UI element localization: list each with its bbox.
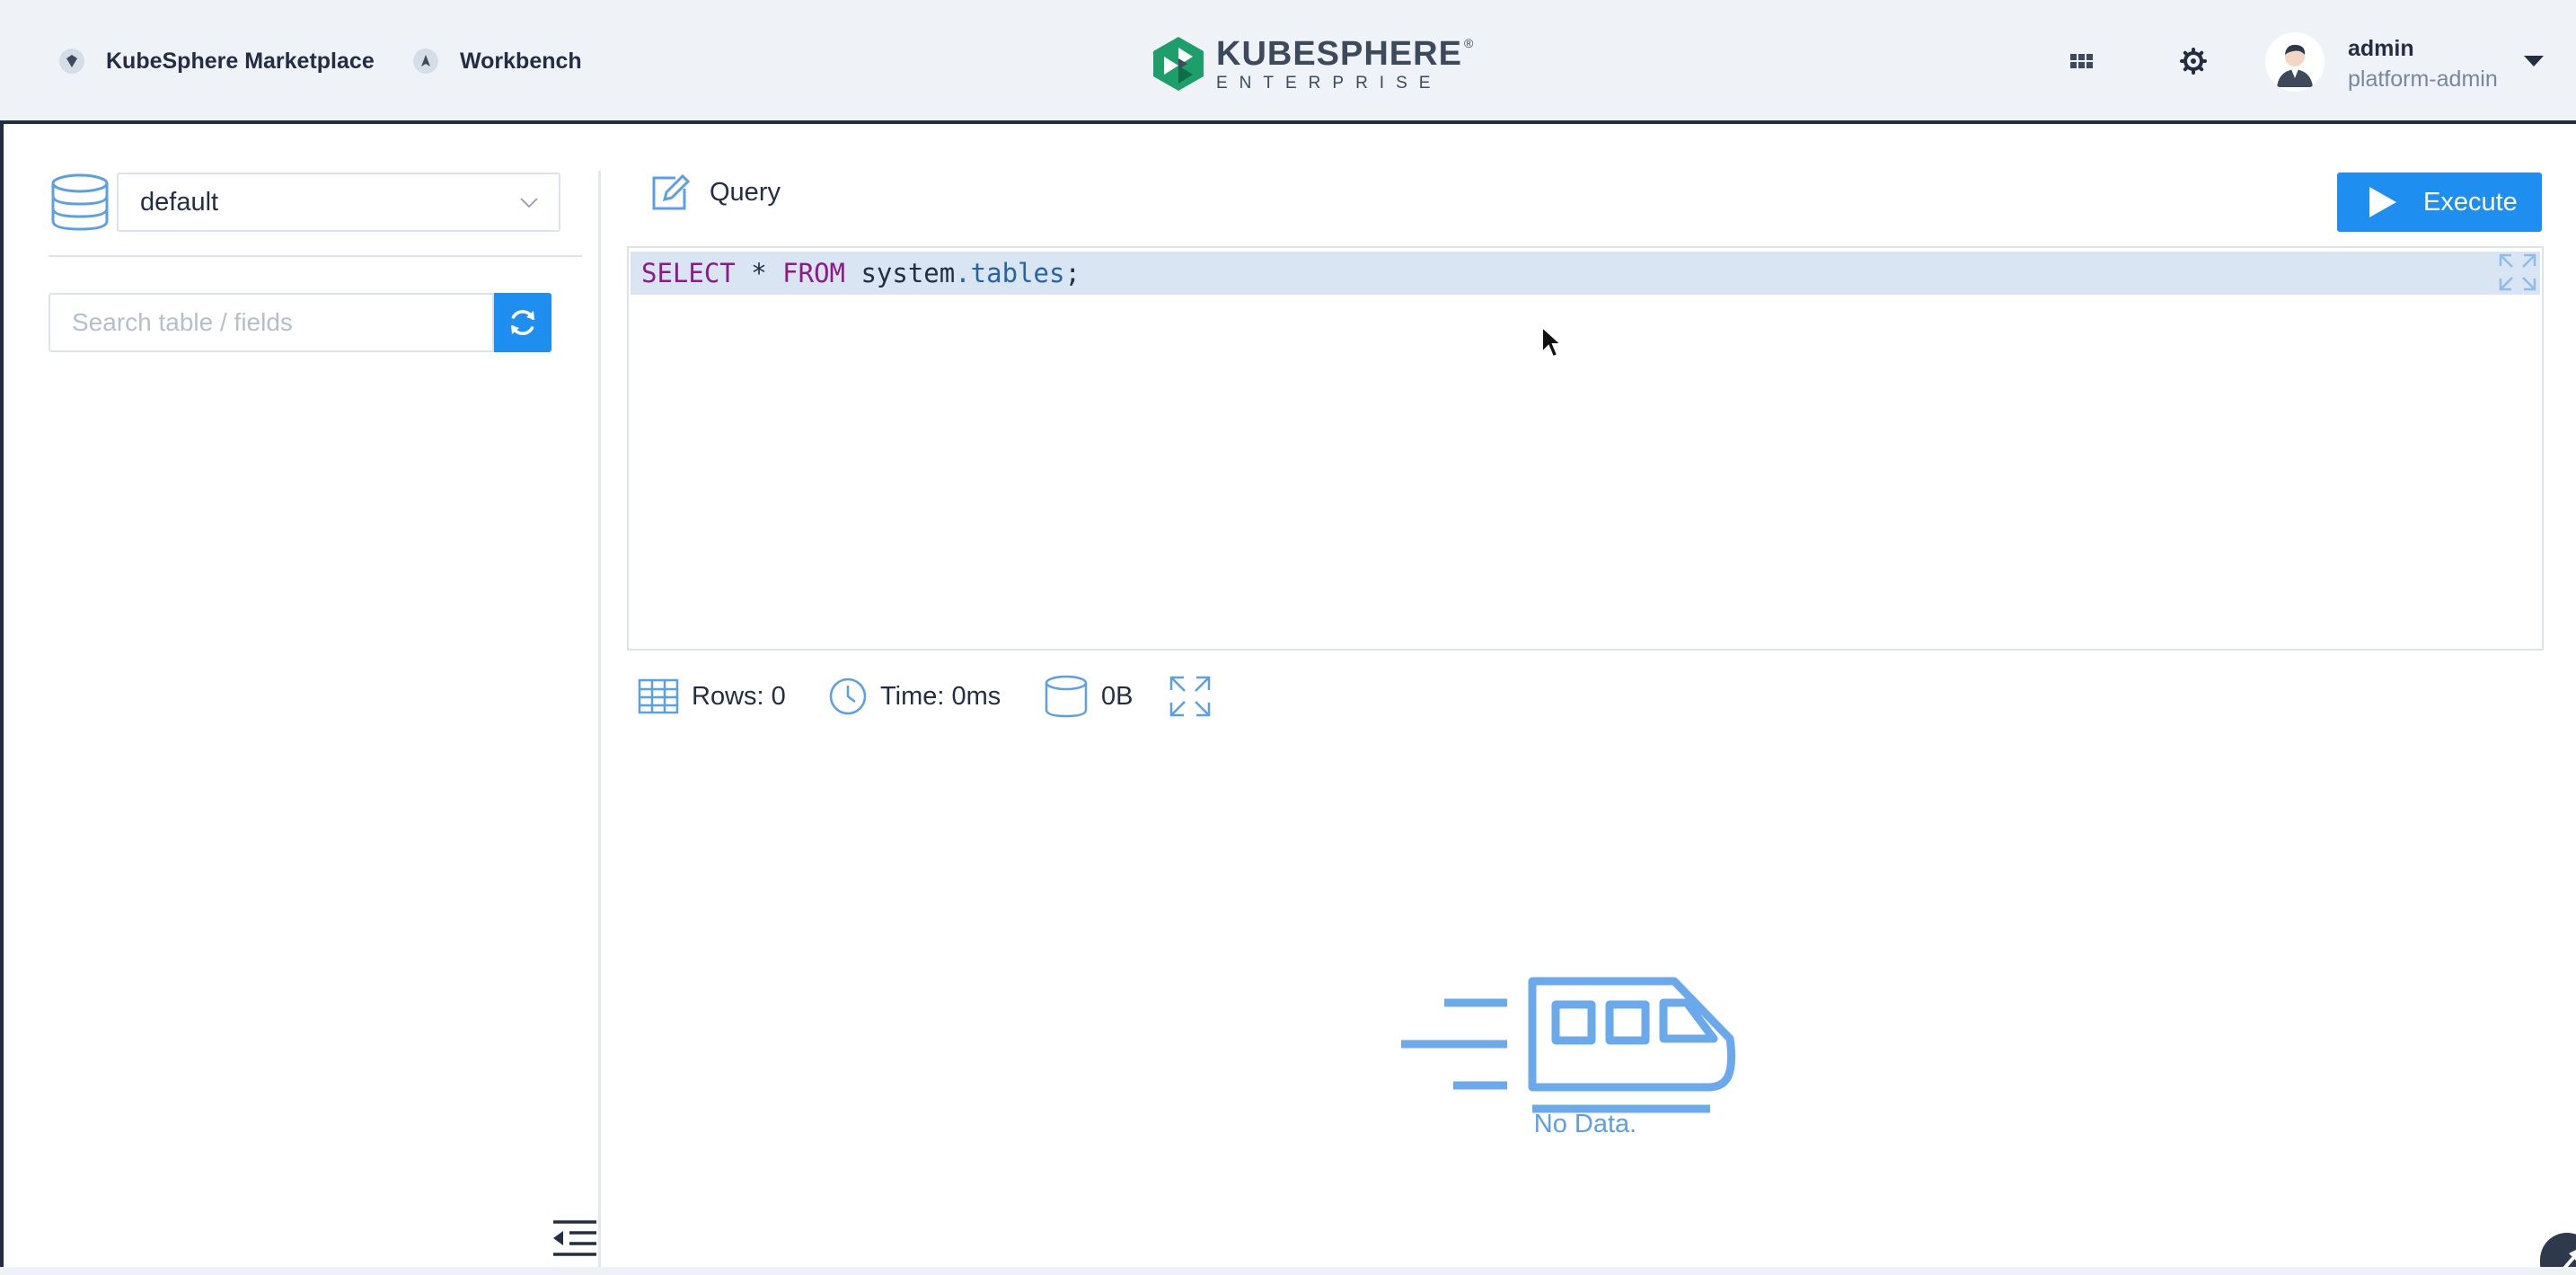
sql-star: * bbox=[735, 258, 783, 288]
time-stat: Time: 0ms bbox=[828, 674, 1001, 719]
time-stat-text: Time: 0ms bbox=[880, 681, 1001, 711]
logo-wordmark: KUBESPHERE bbox=[1216, 34, 1462, 73]
nav-marketplace-link[interactable]: KubeSphere Marketplace bbox=[59, 43, 375, 79]
query-title: Query bbox=[710, 178, 781, 207]
editor-fullscreen-icon[interactable] bbox=[2497, 252, 2538, 293]
mouse-cursor-icon bbox=[1541, 325, 1564, 359]
top-navigation-bar: KubeSphere Marketplace Workbench KUBESPH… bbox=[0, 0, 2576, 124]
kubesphere-logo-icon bbox=[1153, 37, 1204, 91]
query-workspace: default Query bbox=[0, 124, 2576, 1275]
user-name[interactable]: admin bbox=[2348, 36, 2414, 62]
marketplace-icon bbox=[59, 49, 84, 74]
database-icon bbox=[51, 173, 109, 231]
play-icon bbox=[2369, 187, 2396, 217]
database-select-value: default bbox=[140, 187, 219, 217]
sidebar-divider bbox=[49, 255, 582, 257]
execute-button[interactable]: Execute bbox=[2337, 173, 2542, 232]
kubesphere-logo[interactable]: KUBESPHERE ® ENTERPRISE bbox=[1151, 32, 1474, 95]
refresh-icon bbox=[511, 310, 534, 335]
user-role: platform-admin bbox=[2348, 66, 2498, 92]
rows-stat: Rows: 0 bbox=[638, 674, 786, 719]
user-avatar[interactable] bbox=[2265, 32, 2325, 92]
bottom-strip bbox=[0, 1267, 2576, 1275]
search-table-input[interactable] bbox=[49, 293, 494, 352]
no-data-message: No Data. bbox=[1533, 1110, 1637, 1138]
chevron-down-icon bbox=[520, 198, 538, 208]
database-select[interactable]: default bbox=[117, 173, 560, 232]
rows-stat-text: Rows: 0 bbox=[692, 681, 786, 711]
results-fullscreen-icon[interactable] bbox=[1168, 674, 1213, 719]
sql-editor-line[interactable]: SELECT * FROM system.tables; bbox=[631, 252, 2540, 295]
logo-subtitle: ENTERPRISE bbox=[1216, 73, 1442, 93]
sql-keyword-from: FROM bbox=[782, 258, 845, 288]
storage-size-icon bbox=[1045, 675, 1088, 718]
train-icon bbox=[1401, 977, 1736, 1113]
edit-query-icon bbox=[652, 173, 690, 210]
execute-button-label: Execute bbox=[2423, 187, 2518, 217]
sql-terminator: ; bbox=[1064, 258, 1081, 288]
workbench-icon bbox=[413, 49, 438, 74]
logo-registered-mark: ® bbox=[1463, 35, 1475, 50]
user-menu-caret-icon[interactable] bbox=[2524, 56, 2544, 66]
clock-icon bbox=[829, 677, 867, 715]
size-stat: 0B bbox=[1044, 674, 1133, 719]
collapse-menu-icon[interactable] bbox=[550, 1217, 600, 1258]
panel-splitter[interactable] bbox=[598, 171, 601, 1267]
sql-editor[interactable]: SELECT * FROM system.tables; bbox=[627, 246, 2544, 651]
nav-marketplace-label: KubeSphere Marketplace bbox=[106, 48, 375, 74]
gear-icon[interactable] bbox=[2177, 45, 2210, 77]
sql-property: .tables bbox=[955, 258, 1065, 288]
refresh-button[interactable] bbox=[494, 293, 551, 352]
table-grid-icon bbox=[638, 678, 679, 714]
sql-keyword-select: SELECT bbox=[641, 258, 736, 288]
nav-workbench-label: Workbench bbox=[460, 48, 582, 74]
nav-workbench-link[interactable]: Workbench bbox=[413, 43, 582, 79]
size-stat-text: 0B bbox=[1101, 681, 1134, 711]
apps-grid-icon[interactable] bbox=[2066, 45, 2098, 77]
sql-identifier: system bbox=[845, 258, 956, 288]
